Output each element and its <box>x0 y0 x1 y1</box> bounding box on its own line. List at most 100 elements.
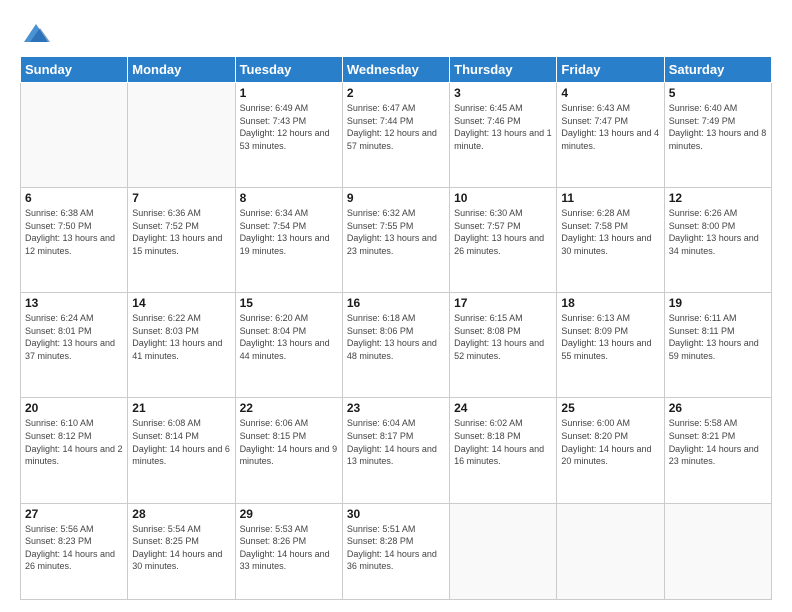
calendar-cell: 30 Sunrise: 5:51 AM Sunset: 8:28 PM Dayli… <box>342 503 449 599</box>
calendar-cell: 9 Sunrise: 6:32 AM Sunset: 7:55 PM Daylig… <box>342 188 449 293</box>
day-info: Sunrise: 6:00 AM Sunset: 8:20 PM Dayligh… <box>561 417 659 467</box>
calendar-cell <box>450 503 557 599</box>
calendar-cell: 10 Sunrise: 6:30 AM Sunset: 7:57 PM Dayli… <box>450 188 557 293</box>
calendar-cell: 15Sunrise: 6:20 AM Sunset: 8:04 PM Dayli… <box>235 293 342 398</box>
day-info: Sunrise: 6:38 AM Sunset: 7:50 PM Dayligh… <box>25 207 123 257</box>
day-number: 12 <box>669 191 767 205</box>
calendar-cell <box>128 83 235 188</box>
day-number: 2 <box>347 86 445 100</box>
day-number: 14 <box>132 296 230 310</box>
day-number: 9 <box>347 191 445 205</box>
day-info: Sunrise: 6:10 AM Sunset: 8:12 PM Dayligh… <box>25 417 123 467</box>
day-info: Sunrise: 6:47 AM Sunset: 7:44 PM Dayligh… <box>347 102 445 152</box>
header-day: Wednesday <box>342 57 449 83</box>
calendar-row: 27 Sunrise: 5:56 AM Sunset: 8:23 PM Dayli… <box>21 503 772 599</box>
day-number: 18 <box>561 296 659 310</box>
calendar-cell: 28 Sunrise: 5:54 AM Sunset: 8:25 PM Dayli… <box>128 503 235 599</box>
day-info: Sunrise: 5:54 AM Sunset: 8:25 PM Dayligh… <box>132 523 230 573</box>
calendar-cell: 16 Sunrise: 6:18 AM Sunset: 8:06 PM Dayli… <box>342 293 449 398</box>
day-info: Sunrise: 6:24 AM Sunset: 8:01 PM Dayligh… <box>25 312 123 362</box>
calendar-table: SundayMondayTuesdayWednesdayThursdayFrid… <box>20 56 772 600</box>
calendar-cell: 12 Sunrise: 6:26 AM Sunset: 8:00 PM Dayli… <box>664 188 771 293</box>
day-number: 13 <box>25 296 123 310</box>
day-info: Sunrise: 5:56 AM Sunset: 8:23 PM Dayligh… <box>25 523 123 573</box>
day-number: 27 <box>25 507 123 521</box>
logo-icon <box>20 18 52 46</box>
day-info: Sunrise: 6:22 AM Sunset: 8:03 PM Dayligh… <box>132 312 230 362</box>
day-number: 1 <box>240 86 338 100</box>
day-info: Sunrise: 5:51 AM Sunset: 8:28 PM Dayligh… <box>347 523 445 573</box>
calendar-cell <box>557 503 664 599</box>
calendar-row: 1 Sunrise: 6:49 AM Sunset: 7:43 PM Daylig… <box>21 83 772 188</box>
day-info: Sunrise: 6:36 AM Sunset: 7:52 PM Dayligh… <box>132 207 230 257</box>
calendar-cell: 11 Sunrise: 6:28 AM Sunset: 7:58 PM Dayli… <box>557 188 664 293</box>
day-number: 19 <box>669 296 767 310</box>
day-info: Sunrise: 5:58 AM Sunset: 8:21 PM Dayligh… <box>669 417 767 467</box>
calendar-cell <box>21 83 128 188</box>
day-number: 20 <box>25 401 123 415</box>
day-info: Sunrise: 6:30 AM Sunset: 7:57 PM Dayligh… <box>454 207 552 257</box>
day-number: 10 <box>454 191 552 205</box>
day-number: 16 <box>347 296 445 310</box>
calendar-cell: 8 Sunrise: 6:34 AM Sunset: 7:54 PM Daylig… <box>235 188 342 293</box>
calendar-cell: 29 Sunrise: 5:53 AM Sunset: 8:26 PM Dayli… <box>235 503 342 599</box>
calendar-cell: 4Sunrise: 6:43 AM Sunset: 7:47 PM Daylig… <box>557 83 664 188</box>
calendar-cell: 17Sunrise: 6:15 AM Sunset: 8:08 PM Dayli… <box>450 293 557 398</box>
day-info: Sunrise: 6:04 AM Sunset: 8:17 PM Dayligh… <box>347 417 445 467</box>
calendar-cell: 5Sunrise: 6:40 AM Sunset: 7:49 PM Daylig… <box>664 83 771 188</box>
header-day: Thursday <box>450 57 557 83</box>
calendar-cell: 13 Sunrise: 6:24 AM Sunset: 8:01 PM Dayli… <box>21 293 128 398</box>
day-number: 30 <box>347 507 445 521</box>
calendar-cell: 14 Sunrise: 6:22 AM Sunset: 8:03 PM Dayli… <box>128 293 235 398</box>
calendar-cell: 19Sunrise: 6:11 AM Sunset: 8:11 PM Dayli… <box>664 293 771 398</box>
day-info: Sunrise: 6:32 AM Sunset: 7:55 PM Dayligh… <box>347 207 445 257</box>
day-info: Sunrise: 6:18 AM Sunset: 8:06 PM Dayligh… <box>347 312 445 362</box>
page: SundayMondayTuesdayWednesdayThursdayFrid… <box>0 0 792 612</box>
day-number: 29 <box>240 507 338 521</box>
calendar-cell: 20 Sunrise: 6:10 AM Sunset: 8:12 PM Dayli… <box>21 398 128 503</box>
day-number: 11 <box>561 191 659 205</box>
day-info: Sunrise: 6:06 AM Sunset: 8:15 PM Dayligh… <box>240 417 338 467</box>
day-info: Sunrise: 6:28 AM Sunset: 7:58 PM Dayligh… <box>561 207 659 257</box>
day-info: Sunrise: 6:02 AM Sunset: 8:18 PM Dayligh… <box>454 417 552 467</box>
calendar-cell <box>664 503 771 599</box>
header-day: Saturday <box>664 57 771 83</box>
header <box>20 18 772 46</box>
day-number: 3 <box>454 86 552 100</box>
day-info: Sunrise: 6:15 AM Sunset: 8:08 PM Dayligh… <box>454 312 552 362</box>
day-number: 23 <box>347 401 445 415</box>
calendar-cell: 1 Sunrise: 6:49 AM Sunset: 7:43 PM Daylig… <box>235 83 342 188</box>
header-day: Monday <box>128 57 235 83</box>
day-number: 24 <box>454 401 552 415</box>
day-info: Sunrise: 6:49 AM Sunset: 7:43 PM Dayligh… <box>240 102 338 152</box>
day-info: Sunrise: 6:13 AM Sunset: 8:09 PM Dayligh… <box>561 312 659 362</box>
calendar-cell: 3 Sunrise: 6:45 AM Sunset: 7:46 PM Daylig… <box>450 83 557 188</box>
day-info: Sunrise: 5:53 AM Sunset: 8:26 PM Dayligh… <box>240 523 338 573</box>
calendar-row: 6 Sunrise: 6:38 AM Sunset: 7:50 PM Daylig… <box>21 188 772 293</box>
day-info: Sunrise: 6:45 AM Sunset: 7:46 PM Dayligh… <box>454 102 552 152</box>
calendar-cell: 26 Sunrise: 5:58 AM Sunset: 8:21 PM Dayli… <box>664 398 771 503</box>
day-number: 8 <box>240 191 338 205</box>
calendar-cell: 25 Sunrise: 6:00 AM Sunset: 8:20 PM Dayli… <box>557 398 664 503</box>
day-info: Sunrise: 6:20 AM Sunset: 8:04 PM Dayligh… <box>240 312 338 362</box>
day-number: 21 <box>132 401 230 415</box>
header-row: SundayMondayTuesdayWednesdayThursdayFrid… <box>21 57 772 83</box>
logo <box>20 18 58 46</box>
day-number: 28 <box>132 507 230 521</box>
day-info: Sunrise: 6:34 AM Sunset: 7:54 PM Dayligh… <box>240 207 338 257</box>
day-number: 6 <box>25 191 123 205</box>
calendar-cell: 27 Sunrise: 5:56 AM Sunset: 8:23 PM Dayli… <box>21 503 128 599</box>
calendar-cell: 18 Sunrise: 6:13 AM Sunset: 8:09 PM Dayli… <box>557 293 664 398</box>
calendar-cell: 21 Sunrise: 6:08 AM Sunset: 8:14 PM Dayli… <box>128 398 235 503</box>
day-info: Sunrise: 6:08 AM Sunset: 8:14 PM Dayligh… <box>132 417 230 467</box>
day-number: 26 <box>669 401 767 415</box>
day-info: Sunrise: 6:40 AM Sunset: 7:49 PM Dayligh… <box>669 102 767 152</box>
header-day: Tuesday <box>235 57 342 83</box>
header-day: Sunday <box>21 57 128 83</box>
calendar-cell: 7 Sunrise: 6:36 AM Sunset: 7:52 PM Daylig… <box>128 188 235 293</box>
calendar-cell: 24 Sunrise: 6:02 AM Sunset: 8:18 PM Dayli… <box>450 398 557 503</box>
calendar-row: 20 Sunrise: 6:10 AM Sunset: 8:12 PM Dayli… <box>21 398 772 503</box>
day-info: Sunrise: 6:26 AM Sunset: 8:00 PM Dayligh… <box>669 207 767 257</box>
day-number: 25 <box>561 401 659 415</box>
day-number: 7 <box>132 191 230 205</box>
